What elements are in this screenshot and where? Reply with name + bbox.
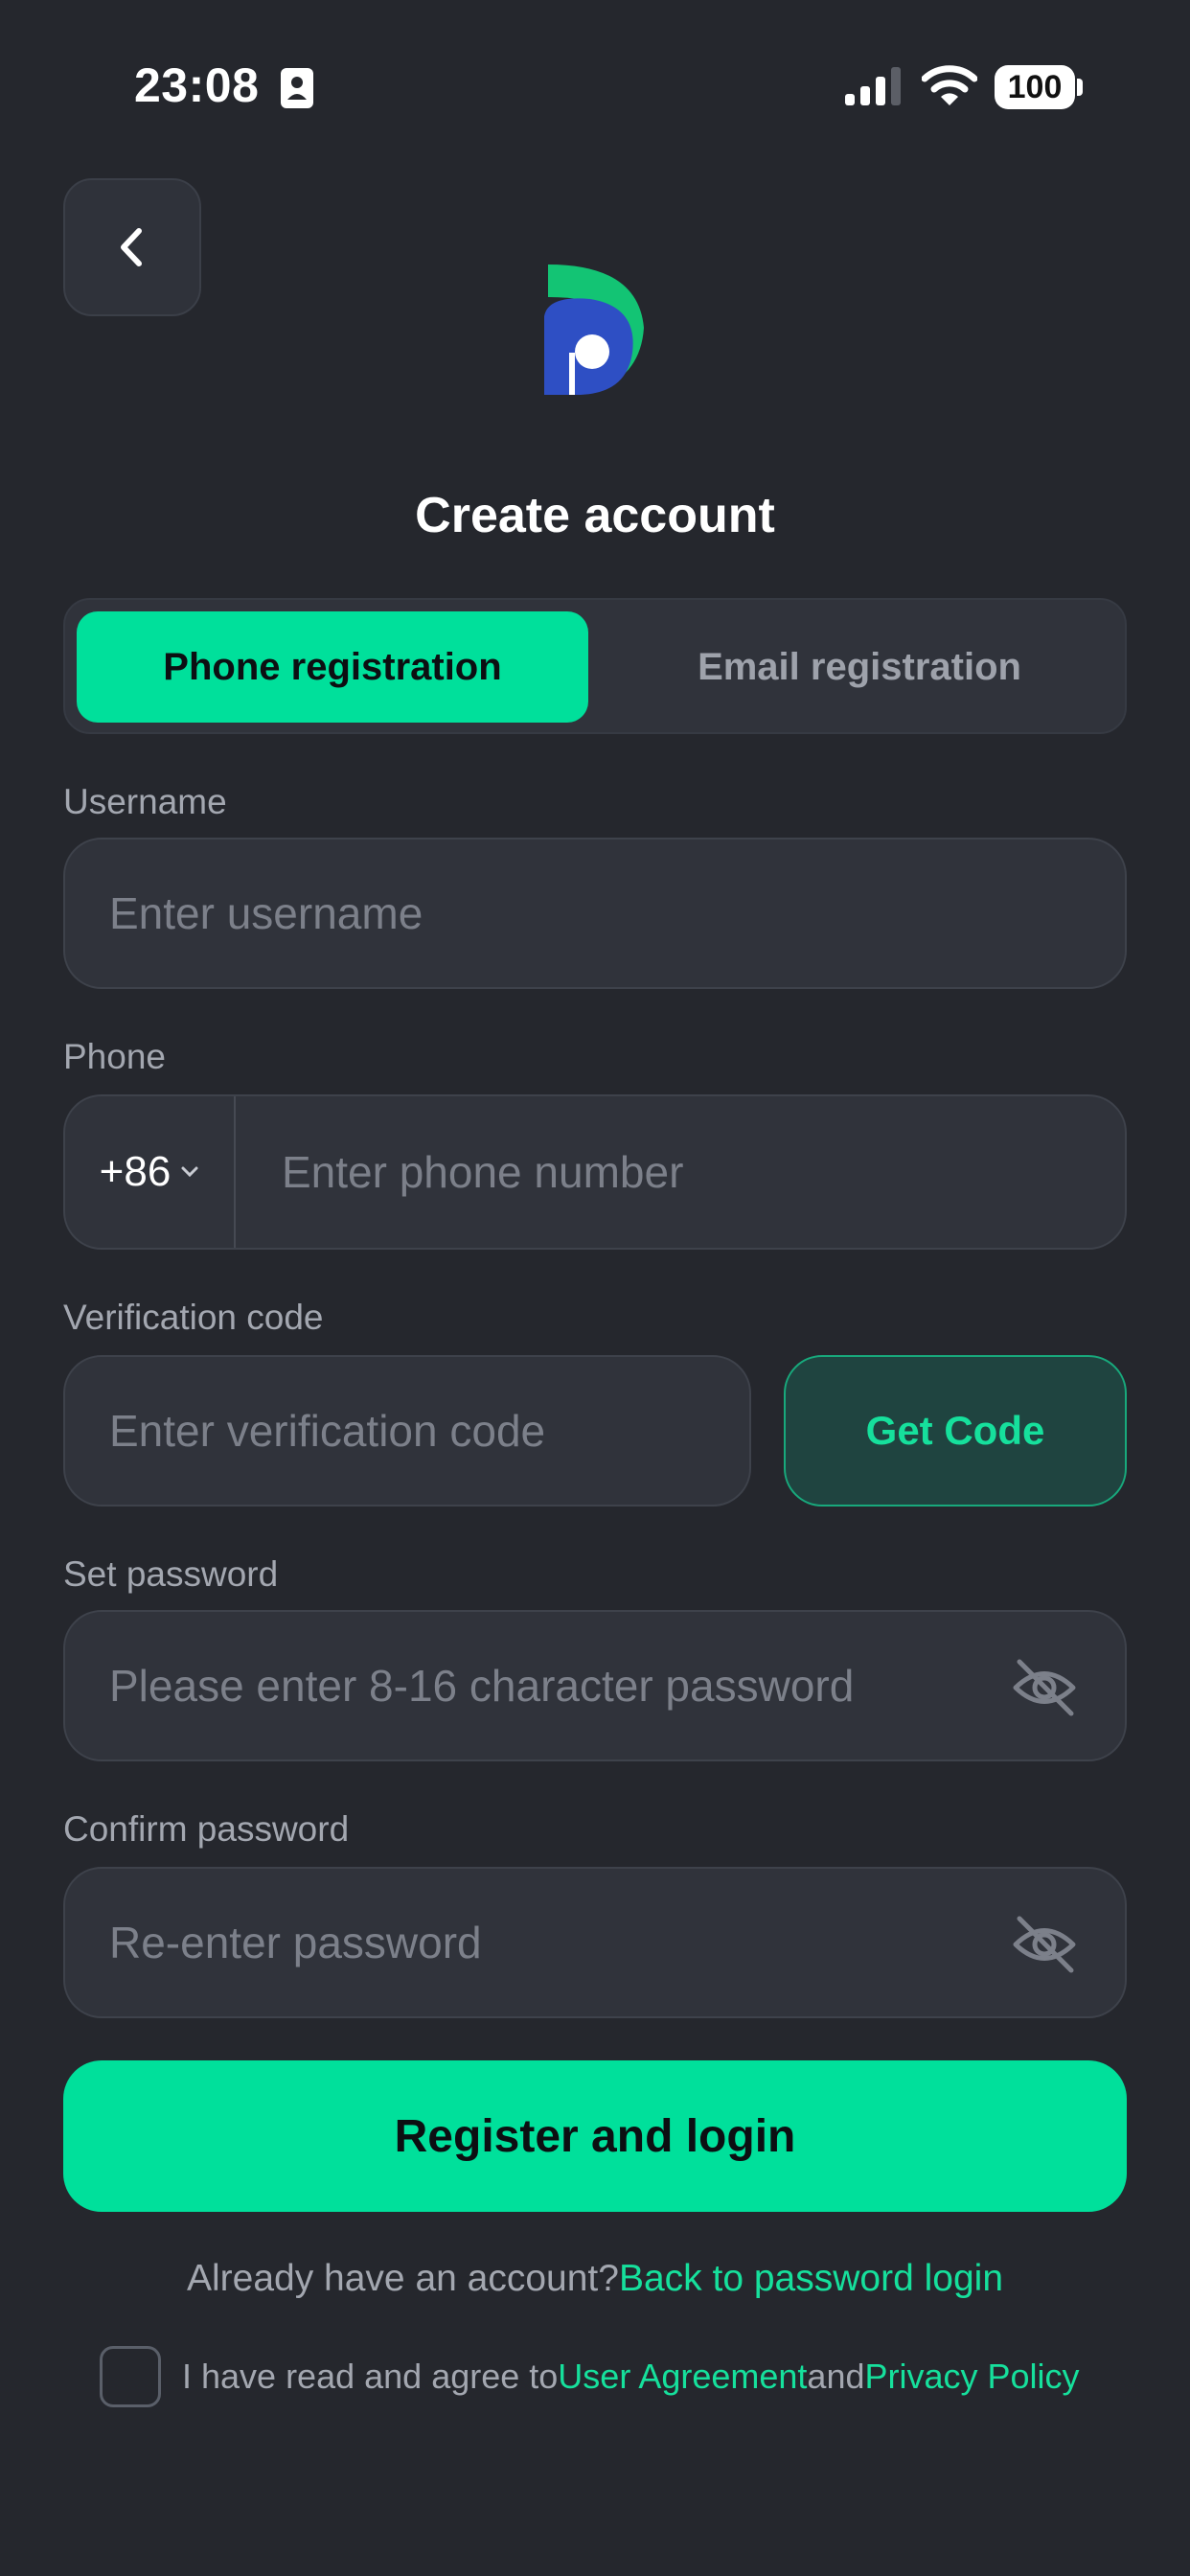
country-code-selector[interactable]: +86 <box>65 1096 236 1248</box>
cellular-signal-icon <box>845 67 901 105</box>
username-label: Username <box>63 782 227 821</box>
verification-field-container <box>63 1355 751 1506</box>
battery-indicator: 100 <box>995 65 1083 109</box>
username-field-container <box>63 838 1127 989</box>
status-time: 23:08 <box>134 58 260 112</box>
back-button[interactable] <box>63 178 201 316</box>
tab-phone-registration[interactable]: Phone registration <box>77 611 588 723</box>
password-field-container <box>63 1610 1127 1761</box>
app-logo <box>544 264 644 395</box>
phone-input[interactable] <box>282 1096 1106 1248</box>
verification-code-input[interactable] <box>109 1357 722 1505</box>
set-password-label: Set password <box>63 1554 279 1594</box>
wifi-icon <box>922 65 977 105</box>
login-prompt: Already have an account?Back to password… <box>0 2258 1190 2300</box>
tab-email-registration[interactable]: Email registration <box>604 611 1115 723</box>
agreement-checkbox[interactable] <box>100 2346 161 2407</box>
eye-off-icon[interactable] <box>1010 1658 1079 1717</box>
password-input[interactable] <box>109 1612 972 1760</box>
page-title: Create account <box>415 488 775 543</box>
phone-label: Phone <box>63 1037 166 1076</box>
chevron-left-icon <box>121 228 142 266</box>
username-input[interactable] <box>109 840 972 987</box>
agreement-prefix: I have read and agree to <box>182 2357 559 2396</box>
privacy-policy-link[interactable]: Privacy Policy <box>865 2357 1080 2397</box>
registration-tabs: Phone registration Email registration <box>63 598 1127 734</box>
battery-level: 100 <box>995 65 1075 109</box>
phone-field-container: +86 <box>63 1094 1127 1250</box>
country-code-value: +86 <box>99 1148 172 1195</box>
confirm-password-input[interactable] <box>109 1869 972 2016</box>
get-code-button[interactable]: Get Code <box>784 1355 1127 1506</box>
verification-code-label: Verification code <box>63 1298 324 1337</box>
confirm-password-label: Confirm password <box>63 1809 350 1849</box>
confirm-password-field-container <box>63 1867 1127 2018</box>
battery-tip <box>1077 79 1083 96</box>
register-and-login-button[interactable]: Register and login <box>63 2060 1127 2212</box>
agreement-row: I have read and agree to User Agreement an… <box>100 2346 1080 2407</box>
back-to-password-login-link[interactable]: Back to password login <box>619 2258 1003 2299</box>
register-screen: 23:08 100 Create account Phone registrat… <box>0 0 1190 2576</box>
chevron-down-icon <box>181 1166 198 1178</box>
eye-off-icon[interactable] <box>1010 1915 1079 1974</box>
user-agreement-link[interactable]: User Agreement <box>558 2357 807 2397</box>
login-prompt-text: Already have an account? <box>186 2258 619 2299</box>
agreement-conjunction: and <box>807 2357 865 2396</box>
contact-card-icon <box>281 68 313 108</box>
